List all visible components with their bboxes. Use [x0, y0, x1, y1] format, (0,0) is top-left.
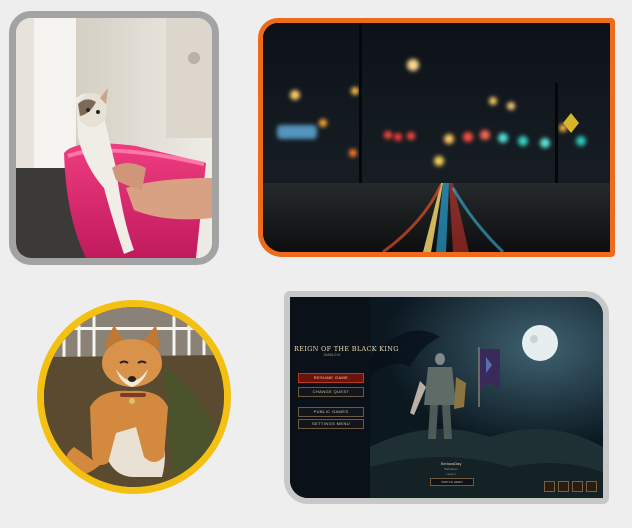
cat-bath-photo[interactable]	[9, 11, 219, 265]
game-subtitle: DIABLO III	[323, 353, 341, 357]
resume-game-button[interactable]: RESUME GAME	[298, 373, 364, 383]
hero-class: Barbarian	[444, 467, 458, 471]
chat-icon[interactable]	[558, 481, 569, 492]
settings-icon[interactable]	[586, 481, 597, 492]
social-icon[interactable]	[544, 481, 555, 492]
change-quest-button[interactable]: CHANGE QUEST	[298, 387, 364, 397]
hero-name: SeriousDay	[440, 461, 462, 466]
cat-bath-image	[16, 18, 212, 258]
menu-icon[interactable]	[572, 481, 583, 492]
shiba-inu-image	[44, 307, 224, 487]
game-title: REIGN OF THE BLACK KING	[294, 345, 399, 353]
night-street-photo[interactable]	[258, 18, 615, 257]
game-ui-overlay: REIGN OF THE BLACK KING DIABLO III RESUM…	[290, 297, 603, 498]
settings-menu-button[interactable]: SETTINGS MENU	[298, 419, 364, 429]
game-corner-icons	[544, 481, 597, 492]
hero-level: Level 1	[446, 472, 456, 476]
switch-hero-button[interactable]: SWITCH HERO	[430, 478, 474, 486]
night-street-image	[263, 23, 610, 252]
shiba-inu-photo[interactable]	[37, 300, 231, 494]
public-games-button[interactable]: PUBLIC GAMES	[298, 407, 364, 417]
game-screenshot[interactable]: REIGN OF THE BLACK KING DIABLO III RESUM…	[284, 291, 609, 504]
